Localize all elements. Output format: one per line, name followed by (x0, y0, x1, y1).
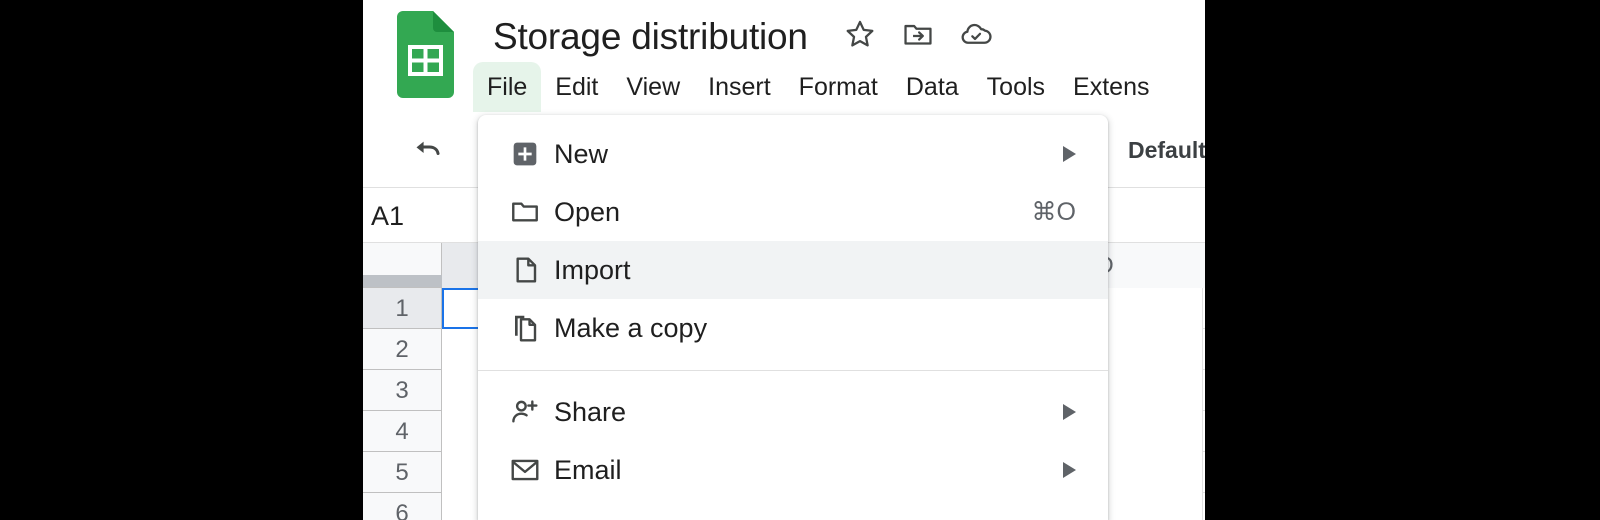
row-header-6[interactable]: 6 (363, 493, 442, 520)
font-name-selector[interactable]: Default (1128, 133, 1205, 167)
menu-format[interactable]: Format (785, 62, 892, 112)
menu-item-label: Make a copy (554, 312, 708, 343)
menu-item-email[interactable]: Email (478, 441, 1108, 499)
copy-icon (508, 311, 542, 345)
google-sheets-window: Storage distribution File Edit View Inse… (363, 0, 1205, 520)
share-person-add-icon (508, 395, 542, 429)
row-header-3[interactable]: 3 (363, 370, 442, 411)
menu-item-share[interactable]: Share (478, 383, 1108, 441)
menu-item-make-a-copy[interactable]: Make a copy (478, 299, 1108, 357)
folder-open-icon (508, 195, 542, 229)
name-box[interactable]: A1 (366, 198, 442, 234)
new-document-icon (508, 137, 542, 171)
import-file-icon (508, 253, 542, 287)
select-all-corner[interactable] (363, 243, 442, 288)
menu-extensions[interactable]: Extens (1059, 62, 1163, 112)
menu-separator (478, 370, 1108, 371)
menu-edit[interactable]: Edit (541, 62, 612, 112)
cloud-saved-icon[interactable] (959, 17, 993, 51)
menu-file[interactable]: File (473, 62, 542, 112)
document-title[interactable]: Storage distribution (493, 14, 808, 60)
menu-item-label: Open (554, 196, 621, 227)
screenshot-viewport: Storage distribution File Edit View Inse… (0, 0, 1600, 520)
menu-tools[interactable]: Tools (973, 62, 1059, 112)
menu-data[interactable]: Data (892, 62, 973, 112)
menu-item-import[interactable]: Import (478, 241, 1108, 299)
menu-item-label: Share (554, 396, 627, 427)
row-header-5[interactable]: 5 (363, 452, 442, 493)
menu-insert[interactable]: Insert (694, 62, 785, 112)
move-to-folder-icon[interactable] (901, 17, 935, 51)
menu-item-label: Import (554, 254, 631, 285)
title-action-icons (843, 17, 993, 51)
star-icon[interactable] (843, 17, 877, 51)
file-menu-dropdown: New Open ⌘O Import Make a copy Share Ema… (478, 115, 1108, 520)
row-header-4[interactable]: 4 (363, 411, 442, 452)
row-headers: 1 2 3 4 5 6 (363, 288, 442, 520)
submenu-arrow-icon (1063, 146, 1076, 162)
menu-item-label: New (554, 138, 609, 169)
menu-view[interactable]: View (612, 62, 694, 112)
menu-item-shortcut: ⌘O (1031, 198, 1076, 226)
submenu-arrow-icon (1063, 462, 1076, 478)
menu-item-label: Email (554, 454, 622, 485)
undo-icon[interactable] (410, 134, 444, 168)
menu-item-new[interactable]: New (478, 125, 1108, 183)
email-envelope-icon (508, 453, 542, 487)
row-header-2[interactable]: 2 (363, 329, 442, 370)
menu-item-open[interactable]: Open ⌘O (478, 183, 1108, 241)
submenu-arrow-icon (1063, 404, 1076, 420)
menu-bar: File Edit View Insert Format Data Tools … (363, 62, 1163, 112)
title-bar: Storage distribution File Edit View Inse… (363, 0, 1205, 112)
row-header-1[interactable]: 1 (363, 288, 442, 329)
select-all-handle (363, 275, 442, 287)
